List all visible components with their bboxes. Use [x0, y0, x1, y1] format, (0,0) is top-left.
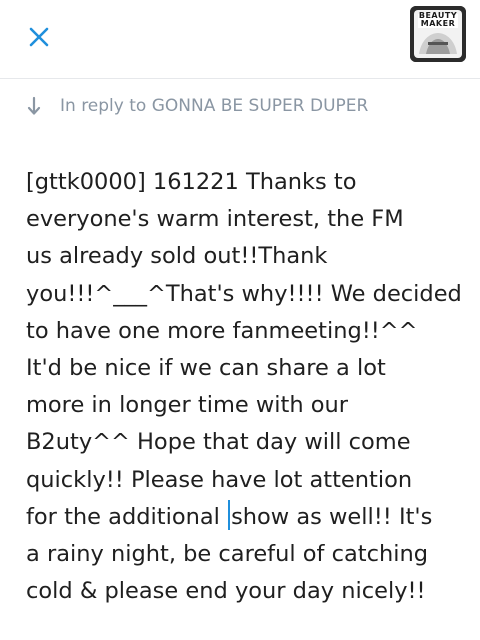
reply-to-text: In reply to GONNA BE SUPER DUPER: [60, 96, 369, 116]
tweet-line: It'd be nice if we can share a lot: [26, 355, 386, 382]
tweet-line: more in longer time with our: [26, 392, 349, 419]
tweet-line: quickly!! Please have lot attention: [26, 466, 413, 493]
tweet-line: everyone's warm interest, the FM: [26, 206, 404, 233]
tweet-line: a rainy night, be careful of catching: [26, 541, 429, 568]
tweet-line: [gttk0000] 161221 Thanks to: [26, 169, 357, 195]
tweet-line: you!!!^___^That's why!!!! We decided: [26, 280, 462, 307]
text-after-caret: show as well!! It's: [231, 503, 433, 530]
tweet-detail-screen: BEAUTY MAKER In reply to GONNA BE SUPER …: [0, 0, 480, 640]
tweet-line: to have one more fanmeeting!!^^: [26, 317, 418, 344]
close-button[interactable]: [22, 20, 56, 54]
avatar-logo-text: BEAUTY MAKER: [418, 11, 458, 28]
text-before-caret: for the additional: [26, 503, 228, 530]
tweet-line: B2uty^^ Hope that day will come: [26, 429, 411, 456]
tweet-line-with-caret[interactable]: for the additional show as well!! It's: [26, 499, 466, 536]
reply-down-arrow-icon: [27, 96, 41, 115]
in-reply-to[interactable]: In reply to GONNA BE SUPER DUPER: [26, 94, 368, 118]
close-x-icon: [29, 27, 49, 47]
tweet-line: cold & please end your day nicely!!: [26, 578, 426, 605]
tweet-line: us already sold out!!Thank: [26, 243, 328, 270]
tweet-text: [gttk0000] 161221 Thanks to everyone's w…: [26, 164, 466, 610]
text-cursor-caret: [228, 499, 231, 530]
avatar[interactable]: BEAUTY MAKER: [410, 6, 466, 62]
top-bar: BEAUTY MAKER: [0, 0, 480, 79]
